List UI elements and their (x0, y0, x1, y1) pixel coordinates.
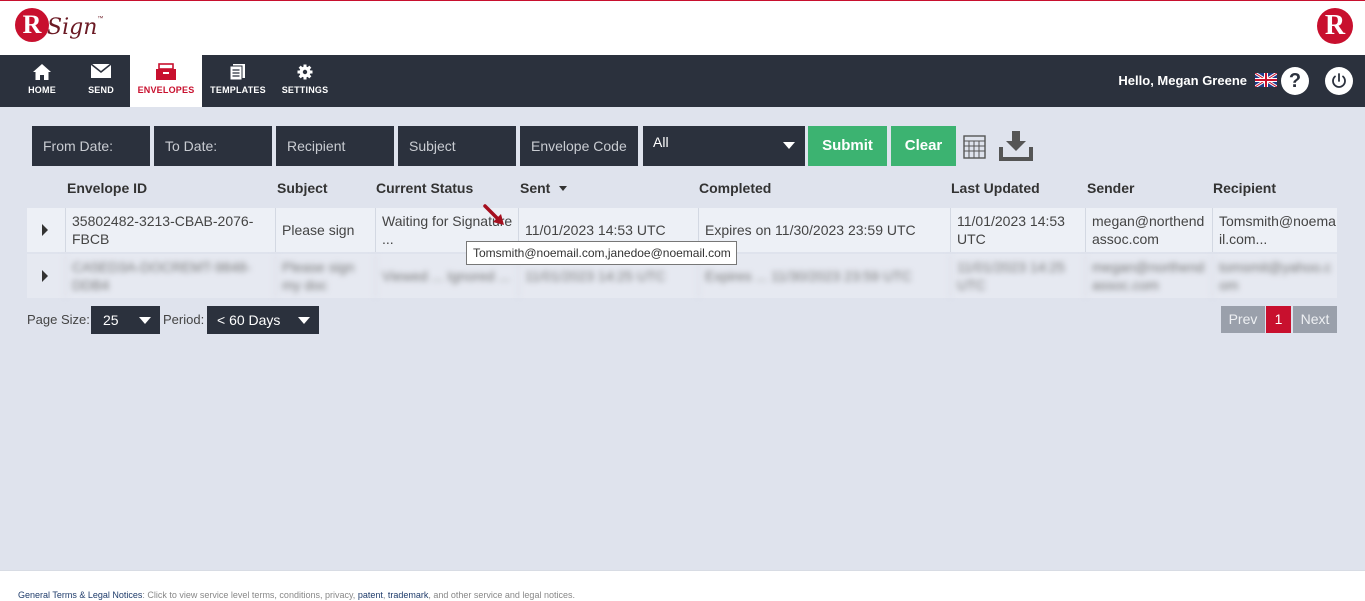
page-1-button[interactable]: 1 (1266, 306, 1291, 333)
rsign-logo[interactable]: R Sign ™ (15, 8, 103, 42)
sort-desc-icon (559, 186, 568, 191)
logout-button[interactable] (1325, 67, 1353, 95)
nav-settings[interactable]: SETTINGS (280, 55, 330, 107)
period-select[interactable]: < 60 Days (207, 306, 319, 334)
nav-templates-label: TEMPLATES (210, 85, 266, 95)
calendar-icon[interactable] (963, 134, 986, 164)
cell-envelope-id: 35802482-3213-CBAB-2076-FBCB (65, 208, 275, 252)
recipient-field[interactable]: Recipient (276, 126, 394, 166)
power-icon (1332, 73, 1346, 88)
trademark-link[interactable]: trademark (388, 590, 429, 600)
logo-r: R (15, 8, 49, 42)
patent-link[interactable]: patent (358, 590, 383, 600)
pointer-arrow-icon (482, 203, 510, 236)
col-current-status[interactable]: Current Status (376, 180, 473, 196)
cell-envelope-id: CA5ED3A-DOCREMT-9848-DDB4 (65, 254, 275, 298)
nav-send[interactable]: SEND (84, 55, 118, 107)
page-size-value: 25 (103, 312, 119, 328)
gear-icon (280, 55, 330, 85)
col-sender[interactable]: Sender (1087, 180, 1134, 196)
next-page-button[interactable]: Next (1293, 306, 1337, 333)
chevron-down-icon (783, 142, 795, 149)
to-date-field[interactable]: To Date: (154, 126, 272, 166)
legal-notices-link[interactable]: General Terms & Legal Notices (18, 590, 142, 600)
col-sent[interactable]: Sent (520, 180, 568, 196)
footer-text-1: : Click to view service level terms, con… (142, 590, 358, 600)
uk-flag-icon[interactable] (1254, 71, 1278, 89)
user-greeting[interactable]: Hello, Megan Greene (1118, 73, 1247, 88)
clear-button[interactable]: Clear (891, 126, 956, 166)
nav-settings-label: SETTINGS (281, 85, 329, 95)
col-subject[interactable]: Subject (277, 180, 328, 196)
envelope-icon (84, 55, 118, 85)
home-icon (24, 55, 60, 85)
download-icon[interactable] (999, 130, 1033, 166)
footer: General Terms & Legal Notices: Click to … (0, 570, 1365, 601)
col-completed[interactable]: Completed (699, 180, 771, 196)
col-envelope-id[interactable]: Envelope ID (67, 180, 147, 196)
cell-recipient[interactable]: Tomsmith@noemail.com... (1212, 208, 1337, 252)
expand-row-icon[interactable] (42, 224, 48, 236)
nav-send-label: SEND (88, 85, 114, 95)
rpost-logo[interactable]: R (1317, 8, 1353, 44)
main-nav: HOME SEND ENVELOPES TEMPLATES SETTINGS H… (0, 55, 1365, 107)
page-size-select[interactable]: 25 (91, 306, 160, 334)
cell-sender: megan@northendassoc.com (1085, 208, 1212, 252)
nav-templates[interactable]: TEMPLATES (208, 55, 268, 107)
col-sent-label: Sent (520, 180, 551, 196)
subject-field[interactable]: Subject (398, 126, 516, 166)
document-icon (208, 55, 268, 85)
expand-row-icon[interactable] (42, 270, 48, 282)
col-recipient[interactable]: Recipient (1213, 180, 1276, 196)
help-button[interactable]: ? (1281, 67, 1309, 95)
nav-envelopes-label: ENVELOPES (137, 85, 195, 95)
submit-button[interactable]: Submit (808, 126, 887, 166)
cell-sender: megan@northendassoc.com (1085, 254, 1212, 298)
inbox-icon (130, 55, 202, 85)
nav-home-label: HOME (28, 85, 56, 95)
page-size-label: Page Size: (27, 312, 90, 327)
nav-home[interactable]: HOME (24, 55, 60, 107)
recipients-tooltip: Tomsmith@noemail.com,janedoe@noemail.com (466, 241, 737, 265)
chevron-down-icon (139, 317, 151, 324)
from-date-field[interactable]: From Date: (32, 126, 150, 166)
status-select[interactable]: All (643, 126, 805, 166)
logo-sign: Sign (47, 15, 98, 40)
col-last-updated[interactable]: Last Updated (951, 180, 1040, 196)
logo-tm: ™ (97, 16, 104, 22)
cell-last-updated: 11/01/2023 14:25 UTC (950, 254, 1085, 298)
status-select-value: All (653, 134, 669, 150)
period-label: Period: (163, 312, 205, 327)
envelope-code-field[interactable]: Envelope Code (520, 126, 638, 166)
prev-page-button[interactable]: Prev (1221, 306, 1265, 333)
chevron-down-icon (298, 317, 310, 324)
cell-last-updated: 11/01/2023 14:53 UTC (950, 208, 1085, 252)
period-value: < 60 Days (217, 312, 281, 328)
top-bar: R Sign ™ R (0, 0, 1365, 55)
cell-recipient[interactable]: tomsmit@yahoo.com (1212, 254, 1337, 298)
cell-subject: Please sign (275, 208, 375, 252)
footer-text-2: , and other service and legal notices. (428, 590, 575, 600)
cell-subject: Please sign my doc (275, 254, 375, 298)
nav-envelopes[interactable]: ENVELOPES (130, 55, 202, 107)
